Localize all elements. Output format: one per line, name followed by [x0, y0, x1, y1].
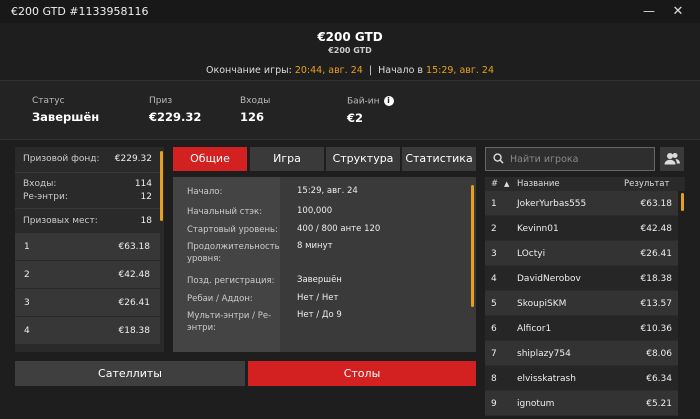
table-row[interactable]: 8 elvisskatrash €6.34 — [485, 366, 678, 391]
summary-value: 126 — [240, 110, 265, 124]
users-icon — [664, 153, 680, 165]
summary-prize: Приз €229.32 — [149, 96, 201, 124]
prize-fund-label: Призовой фонд: — [23, 154, 100, 164]
scrollbar[interactable] — [681, 193, 684, 211]
entries-row: Входы: 114 — [23, 179, 156, 189]
divider — [15, 208, 160, 209]
divider — [15, 172, 160, 173]
table-row[interactable]: 4 DavidNerobov €18.38 — [485, 266, 678, 291]
summary-status: Статус Завершён — [32, 96, 99, 124]
summary-bar: Статус Завершён Приз €229.32 Входы 126 Б… — [0, 80, 700, 140]
summary-label: Приз — [149, 96, 173, 106]
minimize-icon[interactable]: — — [638, 0, 660, 23]
tab-game[interactable]: Игра — [250, 147, 324, 171]
title-bar: €200 GTD #1133958116 — ✕ — [0, 0, 700, 23]
satellites-button[interactable]: Сателлиты — [15, 361, 245, 386]
summary-label: Входы — [240, 96, 271, 106]
payout-row: 1 €63.18 — [15, 233, 160, 261]
table-row[interactable]: 2 Kevinn01 €42.48 — [485, 216, 678, 241]
player-search[interactable] — [485, 147, 655, 171]
reentries-label: Ре-энтри: — [23, 192, 68, 202]
payout-row: 3 €26.41 — [15, 289, 160, 317]
table-row[interactable]: 5 SkoupiSKM €13.57 — [485, 291, 678, 316]
col-rank[interactable]: # — [491, 179, 498, 189]
sort-asc-icon[interactable]: ▲ — [504, 180, 509, 188]
prize-panel: Призовой фонд: €229.32 Входы: 114 Ре-энт… — [15, 147, 164, 352]
col-name[interactable]: Название — [517, 179, 560, 189]
tables-button[interactable]: Столы — [248, 361, 476, 386]
scrollbar[interactable] — [160, 151, 163, 221]
search-icon — [493, 153, 504, 164]
times-separator: | — [368, 65, 373, 76]
entries-label: Входы: — [23, 179, 57, 189]
summary-value: €229.32 — [149, 110, 202, 124]
table-row[interactable]: 7 shiplazy754 €8.06 — [485, 341, 678, 366]
end-value: 20:44, авг. 24 — [294, 65, 363, 76]
reentries-value: 12 — [140, 192, 152, 202]
details-panel: Начало: 15:29, авг. 24 Начальный стэк: 100… — [173, 177, 476, 352]
summary-label: Бай-ин i — [347, 96, 394, 107]
info-icon[interactable]: i — [383, 96, 394, 106]
entries-value: 114 — [134, 179, 152, 189]
prize-fund-value: €229.32 — [114, 154, 152, 164]
tab-general[interactable]: Общие — [173, 147, 247, 171]
end-label: Окончание игры: — [205, 65, 292, 76]
summary-entries: Входы 126 — [240, 96, 270, 124]
tab-structure[interactable]: Структура — [326, 147, 400, 171]
summary-value: €2 — [347, 110, 364, 125]
users-button[interactable] — [660, 147, 684, 171]
players-table-header: # ▲ Название Результат — [485, 177, 685, 191]
start-value: 15:29, авг. 24 — [426, 65, 495, 76]
summary-label: Статус — [32, 96, 65, 106]
table-row[interactable]: 1 JokerYurbas555 €63.18 — [485, 191, 678, 216]
start-label: Начало в — [378, 65, 424, 76]
tournament-header: €200 GTD €200 GTD Окончание игры: 20:44,… — [0, 23, 700, 80]
tournament-name: €200 GTD — [317, 30, 383, 44]
window-title: €200 GTD #1133958116 — [11, 5, 149, 18]
table-row[interactable]: 3 LOctyi €26.41 — [485, 241, 678, 266]
players-list: 1 JokerYurbas555 €63.18 2 Kevinn01 €42.48 3L… — [485, 191, 685, 419]
tournament-times: Окончание игры: 20:44, авг. 24 | Начало … — [0, 65, 700, 76]
search-input[interactable] — [510, 151, 650, 167]
payout-row: 2 €42.48 — [15, 261, 160, 289]
places-value: 18 — [140, 216, 152, 226]
payout-row: 4 €18.38 — [15, 317, 160, 345]
summary-buyin: Бай-ин i €2 — [347, 96, 394, 125]
summary-value: Завершён — [32, 110, 100, 124]
col-result[interactable]: Результат — [624, 179, 669, 189]
tab-statistics[interactable]: Статистика — [402, 147, 476, 171]
reentries-row: Ре-энтри: 12 — [23, 192, 156, 202]
places-row: Призовых мест: 18 — [23, 216, 156, 226]
places-label: Призовых мест: — [23, 216, 98, 226]
scrollbar[interactable] — [471, 185, 474, 307]
close-icon[interactable]: ✕ — [667, 0, 689, 23]
table-row[interactable]: 6 Alficor1 €10.36 — [485, 316, 678, 341]
table-row[interactable]: 9 ignotum €5.21 — [485, 391, 678, 416]
prize-fund-row: Призовой фонд: €229.32 — [23, 154, 156, 164]
tournament-subtitle: €200 GTD — [328, 46, 372, 55]
